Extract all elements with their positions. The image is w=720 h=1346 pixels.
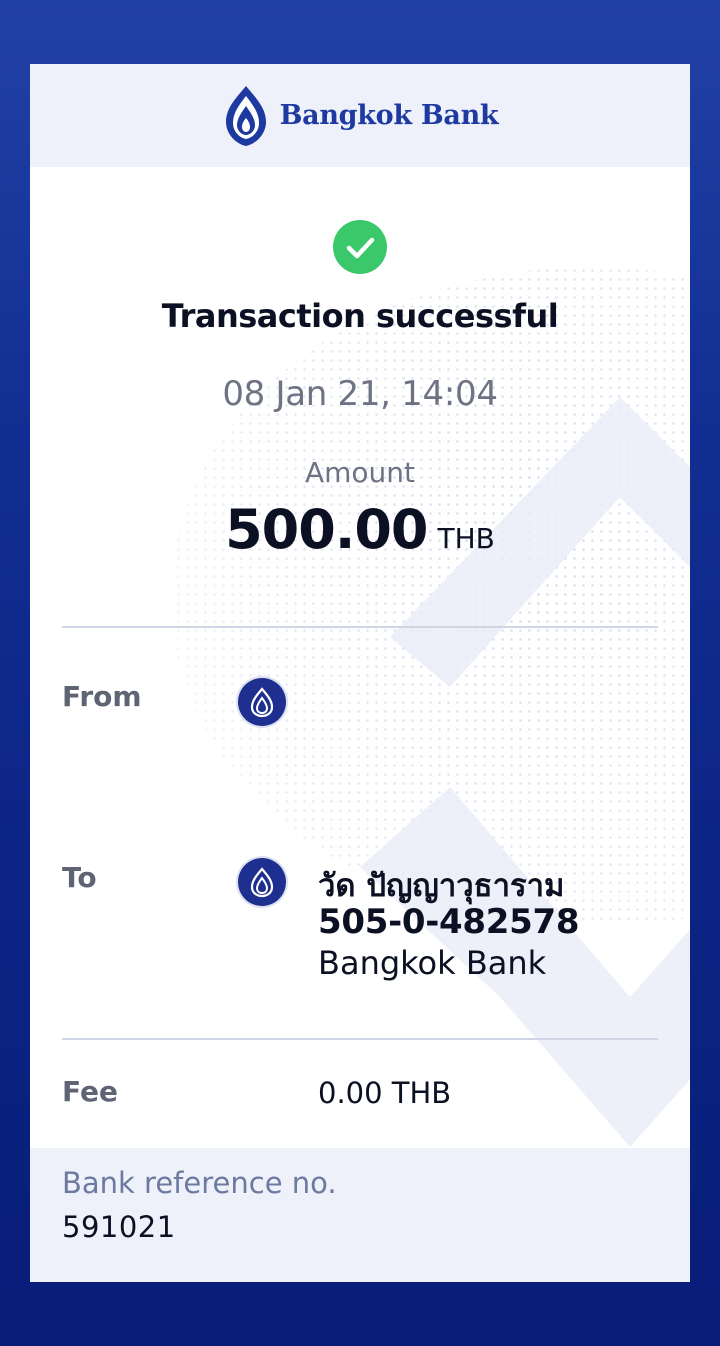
success-check-icon — [333, 220, 387, 274]
receipt-card: Bangkok Bank Transaction successful 08 J… — [30, 64, 690, 1282]
amount-value: 500.00 — [225, 498, 428, 561]
fee-label: Fee — [62, 1075, 118, 1108]
brand-logo: Bangkok Bank — [222, 84, 499, 148]
divider — [62, 1038, 658, 1040]
bangkok-bank-lotus-icon — [225, 85, 266, 146]
reference-section: Bank reference no. 591021 — [30, 1148, 690, 1282]
amount-label: Amount — [304, 456, 416, 489]
reference-number: 591021 — [62, 1210, 176, 1244]
recipient-account-number: 505-0-482578 — [318, 902, 580, 942]
amount-row: 500.00 THB — [30, 498, 690, 561]
bangkok-bank-badge-icon — [238, 678, 286, 726]
brand-name: Bangkok Bank — [279, 100, 499, 131]
reference-label: Bank reference no. — [62, 1166, 337, 1200]
amount-currency: THB — [437, 522, 495, 555]
receipt-header: Bangkok Bank — [30, 64, 690, 167]
fee-value: 0.00 THB — [318, 1076, 452, 1110]
divider — [62, 626, 658, 628]
recipient-bank-name: Bangkok Bank — [318, 944, 547, 982]
bangkok-bank-badge-icon — [238, 858, 286, 906]
from-label: From — [62, 680, 142, 713]
to-label: To — [62, 861, 97, 894]
transaction-datetime: 08 Jan 21, 14:04 — [222, 374, 498, 414]
status-title: Transaction successful — [161, 297, 559, 335]
